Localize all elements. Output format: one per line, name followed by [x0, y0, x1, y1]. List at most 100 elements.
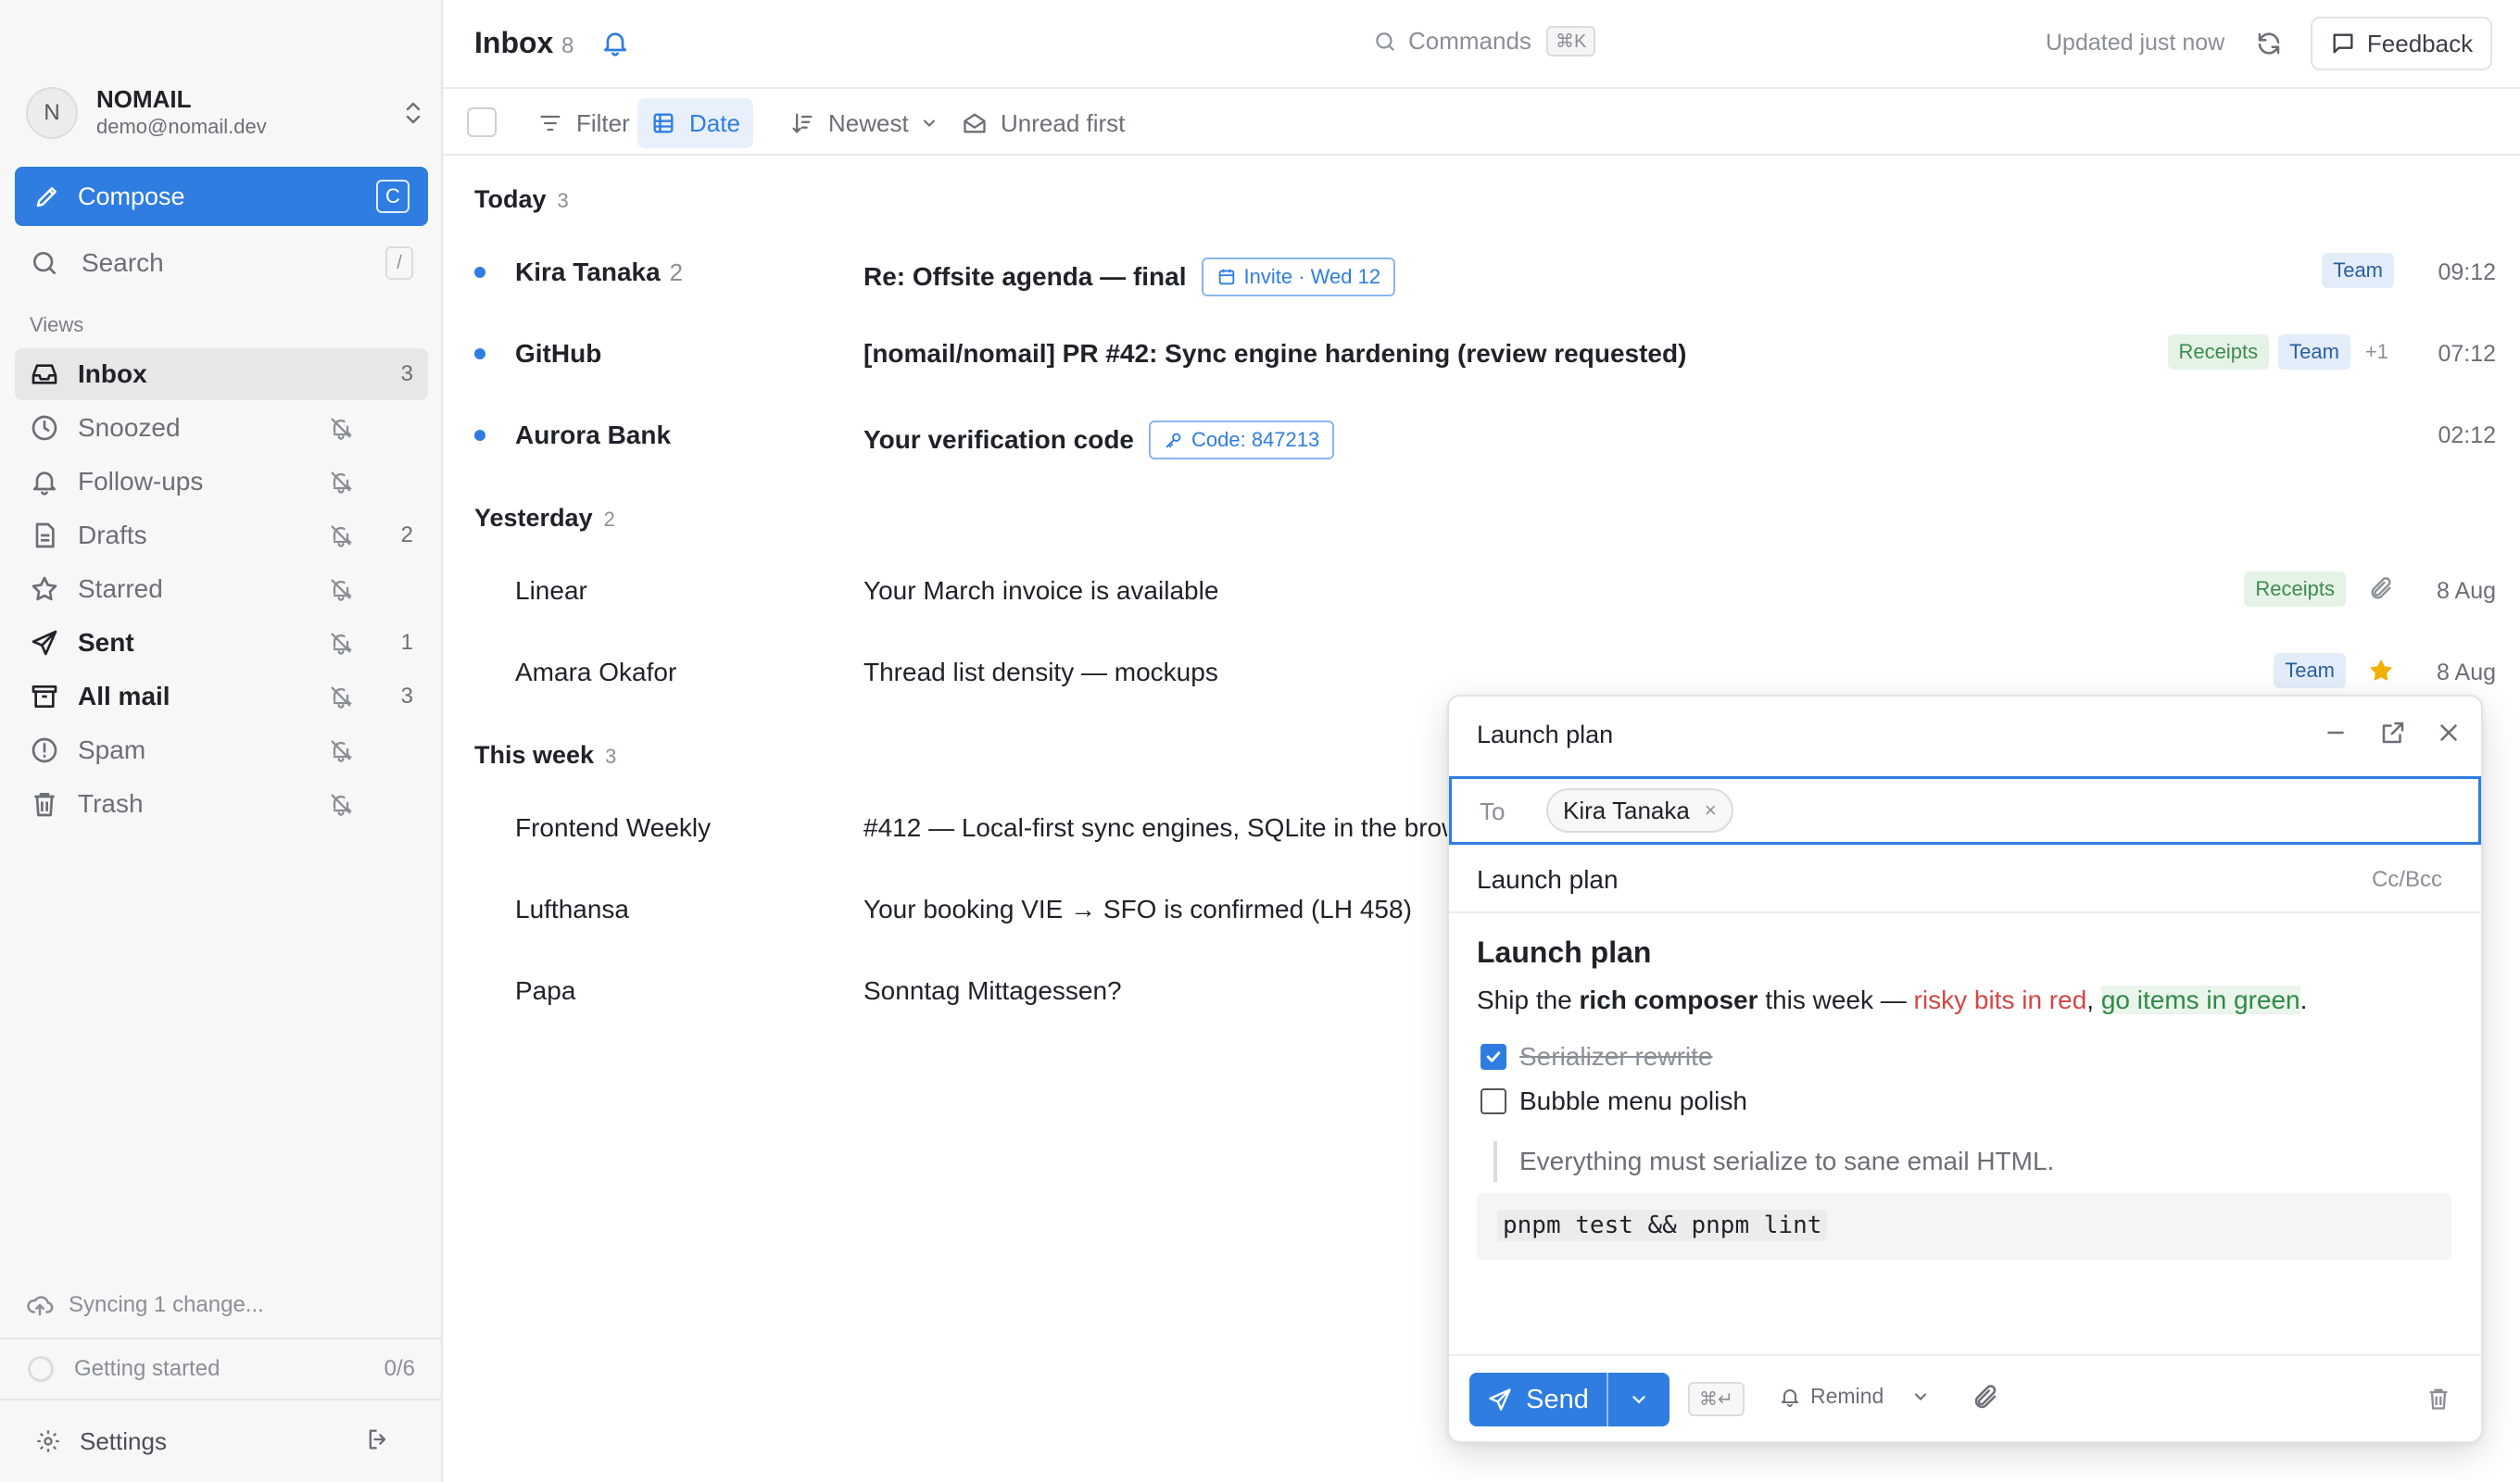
minimize-icon[interactable]: [2322, 719, 2350, 747]
sort-dropdown[interactable]: Newest: [776, 98, 951, 148]
unread-dot: [474, 267, 485, 278]
search-label: Search: [82, 248, 164, 277]
sidebar-item-starred[interactable]: Starred: [15, 563, 428, 615]
task-item[interactable]: Serializer rewrite: [1480, 1041, 1713, 1073]
updated-status: Updated just now: [2046, 30, 2225, 56]
subject-text: [nomail/nomail] PR #42: Sync engine hard…: [863, 339, 1687, 368]
bell-icon[interactable]: [600, 28, 630, 57]
sidebar-item-sent[interactable]: Sent 1: [15, 617, 428, 669]
sidebar-item-label: Spam: [78, 735, 146, 764]
bell-off-icon[interactable]: [328, 630, 354, 656]
getting-started[interactable]: Getting started 0/6: [28, 1354, 415, 1384]
bell-off-icon[interactable]: [328, 522, 354, 548]
star-icon[interactable]: [2368, 658, 2394, 684]
mail-sender: Papa: [515, 976, 575, 1006]
code-block[interactable]: pnpm test && pnpm lint: [1477, 1193, 2451, 1260]
subject-field[interactable]: Launch plan Cc/Bcc: [1449, 845, 2481, 913]
body-blockquote[interactable]: Everything must serialize to sane email …: [1493, 1141, 2054, 1182]
sidebar: N NOMAIL demo@nomail.dev Compose C Searc…: [0, 0, 443, 1482]
table-row[interactable]: GitHub [nomail/nomail] PR #42: Sync engi…: [443, 315, 2520, 389]
subject-text: Re: Offsite agenda — final: [863, 262, 1187, 291]
body-paragraph[interactable]: Ship the rich composer this week — risky…: [1477, 986, 2307, 1015]
settings-button[interactable]: Settings: [35, 1425, 410, 1458]
task-checkbox[interactable]: [1480, 1044, 1506, 1070]
recipient-chip[interactable]: Kira Tanaka ×: [1546, 788, 1733, 833]
select-all-checkbox[interactable]: [467, 107, 497, 137]
bell-off-icon[interactable]: [328, 469, 354, 495]
thread-count: 2: [669, 258, 684, 286]
sidebar-item-count: 2: [400, 522, 413, 547]
table-row[interactable]: Kira Tanaka 2 Re: Offsite agenda — final …: [443, 233, 2520, 308]
send-button[interactable]: Send: [1469, 1373, 1606, 1426]
mail-labels: Receipts Team +1: [2159, 333, 2394, 370]
task-checkbox[interactable]: [1480, 1088, 1506, 1114]
sidebar-item-spam[interactable]: Spam: [15, 724, 428, 776]
remind-dropdown[interactable]: Remind: [1779, 1384, 1939, 1409]
cloud-upload-icon: [27, 1296, 54, 1316]
feedback-button[interactable]: Feedback: [2311, 17, 2492, 70]
sort-label: Newest: [828, 108, 909, 137]
paperclip-icon: [2371, 577, 2391, 599]
body-text: .: [2300, 986, 2308, 1014]
bell-off-icon[interactable]: [328, 576, 354, 602]
chevron-up-down-icon: [406, 102, 421, 124]
search-button[interactable]: Search /: [15, 235, 428, 291]
mail-subject: Your booking VIE → SFO is confirmed (LH …: [863, 895, 1412, 924]
compose-window: Launch plan To Kira Tanaka × Launch plan…: [1447, 695, 2483, 1443]
send-icon: [1489, 1388, 1511, 1411]
group-name: Today: [474, 185, 547, 213]
bell-icon: [1782, 1388, 1798, 1407]
bell-off-icon[interactable]: [328, 415, 354, 441]
logout-icon[interactable]: [365, 1426, 391, 1452]
commands-button[interactable]: Commands ⌘K: [1373, 26, 1596, 57]
table-row[interactable]: Aurora Bank Your verification code Code:…: [443, 396, 2520, 471]
sidebar-item-label: All mail: [78, 682, 170, 710]
sidebar-item-label: Starred: [78, 574, 163, 603]
group-header: This week 3: [474, 741, 616, 770]
sidebar-item-follow-ups[interactable]: Follow-ups: [15, 456, 428, 508]
remove-recipient-icon[interactable]: ×: [1705, 798, 1717, 823]
compose-button[interactable]: Compose C: [15, 167, 428, 226]
invite-chip[interactable]: Invite · Wed 12: [1201, 257, 1396, 296]
close-icon[interactable]: [2435, 719, 2463, 747]
mail-subject: Re: Offsite agenda — final Invite · Wed …: [863, 257, 1396, 296]
bell-off-icon[interactable]: [328, 791, 354, 817]
trash-icon[interactable]: [2426, 1386, 2451, 1412]
avatar: N: [26, 87, 78, 139]
mail-labels: Team: [2312, 252, 2394, 289]
bell-off-icon[interactable]: [328, 737, 354, 763]
group-count: 2: [603, 508, 615, 531]
account-switcher[interactable]: N NOMAIL demo@nomail.dev: [26, 85, 424, 141]
feedback-label: Feedback: [2366, 29, 2474, 57]
sidebar-item-all-mail[interactable]: All mail 3: [15, 671, 428, 722]
unread-dot: [474, 348, 485, 359]
task-item[interactable]: Bubble menu polish: [1480, 1086, 1747, 1117]
date-grouping-button[interactable]: Date: [637, 98, 753, 148]
trash-icon: [34, 793, 55, 817]
sync-status: Syncing 1 change...: [26, 1291, 264, 1319]
sidebar-item-label: Trash: [78, 789, 144, 818]
sidebar-item-drafts[interactable]: Drafts 2: [15, 509, 428, 561]
mail-labels: Receipts: [2235, 571, 2394, 608]
sidebar-item-label: Snoozed: [78, 413, 181, 442]
sidebar-item-trash[interactable]: Trash: [15, 778, 428, 830]
table-icon: [653, 113, 674, 133]
cc-bcc-toggle[interactable]: Cc/Bcc: [2372, 867, 2442, 893]
refresh-icon[interactable]: [2255, 30, 2283, 57]
send-options-button[interactable]: [1608, 1373, 1670, 1426]
unread-first-button[interactable]: Unread first: [949, 98, 1138, 148]
bell-off-icon[interactable]: [328, 684, 354, 710]
sync-status-text: Syncing 1 change...: [69, 1292, 264, 1317]
sidebar-item-inbox[interactable]: Inbox 3: [15, 348, 428, 400]
table-row[interactable]: Linear Your March invoice is available R…: [443, 552, 2520, 626]
pencil-icon: [36, 187, 57, 207]
to-field[interactable]: To Kira Tanaka ×: [1449, 776, 2481, 845]
expand-icon[interactable]: [2379, 719, 2407, 747]
sidebar-item-snoozed[interactable]: Snoozed: [15, 402, 428, 454]
filter-button[interactable]: Filter: [524, 98, 643, 148]
body-heading[interactable]: Launch plan: [1477, 936, 1651, 970]
code-chip[interactable]: Code: 847213: [1149, 421, 1335, 459]
paperclip-icon[interactable]: [1972, 1384, 1999, 1412]
sidebar-item-label: Drafts: [78, 521, 147, 549]
chevron-down-icon: [1915, 1392, 1927, 1400]
